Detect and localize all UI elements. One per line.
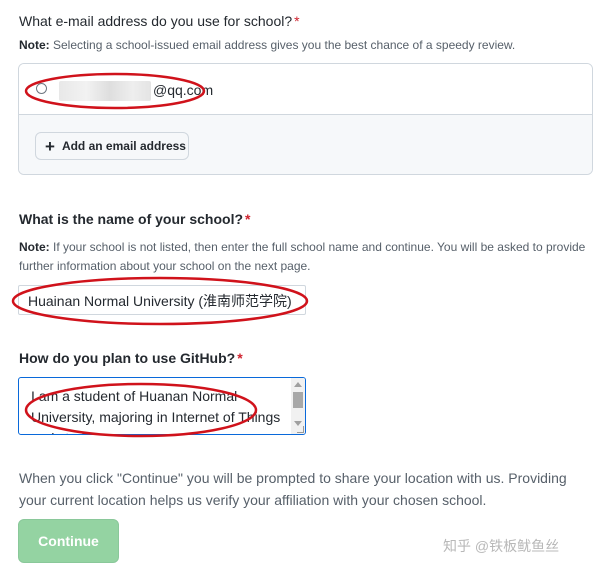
required-asterisk: * [294, 13, 300, 29]
email-options-footer: + Add an email address [19, 115, 592, 174]
resize-handle-icon[interactable] [297, 426, 304, 433]
email-radio-button[interactable] [36, 83, 47, 94]
redacted-email-local-part [59, 81, 151, 101]
email-question-label: What e-mail address do you use for schoo… [19, 13, 300, 29]
usage-textarea[interactable]: I am a student of Huanan Normal Universi… [18, 377, 306, 435]
add-email-button[interactable]: + Add an email address [35, 132, 189, 160]
email-options-box: @qq.com + Add an email address [18, 63, 593, 175]
scroll-thumb[interactable] [293, 392, 303, 408]
location-prompt-text: When you click "Continue" you will be pr… [19, 470, 567, 508]
required-asterisk: * [245, 211, 251, 227]
continue-button[interactable]: Continue [18, 519, 119, 563]
email-domain-text: @qq.com [153, 82, 214, 98]
scroll-up-arrow-icon[interactable] [294, 382, 302, 387]
required-asterisk: * [237, 350, 243, 366]
school-name-input[interactable]: Huainan Normal University (淮南师范学院) [18, 285, 306, 315]
usage-question-label: How do you plan to use GitHub? * [19, 350, 243, 366]
school-question-label: What is the name of your school? * [19, 211, 251, 227]
add-email-button-label: Add an email address [61, 139, 186, 153]
email-option-row[interactable]: @qq.com [19, 64, 592, 115]
school-verification-form: What e-mail address do you use for schoo… [0, 0, 600, 569]
school-note: Note: If your school is not listed, then… [19, 240, 586, 273]
usage-textarea-text: I am a student of Huanan Normal Universi… [31, 388, 281, 434]
email-note: Note: Selecting a school-issued email ad… [19, 38, 516, 52]
plus-icon: + [45, 136, 55, 156]
watermark: 知乎 @铁板鱿鱼丝 [443, 538, 560, 554]
